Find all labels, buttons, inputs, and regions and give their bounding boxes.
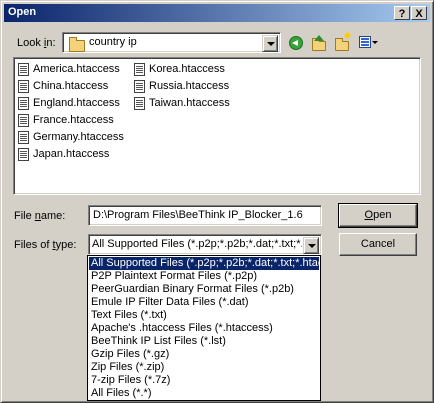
dropdown-option[interactable]: Text Files (*.txt)	[89, 309, 319, 322]
files-of-type-dropdown-list[interactable]: All Supported Files (*.p2p;*.p2b;*.dat;*…	[87, 255, 321, 401]
file-list[interactable]: America.htaccess China.htaccess England.…	[13, 57, 421, 195]
file-item-label: France.htaccess	[33, 114, 114, 126]
new-folder-button[interactable]	[333, 31, 353, 53]
file-name-value: D:\Program Files\BeeThink IP_Blocker_1.6	[93, 209, 303, 221]
back-button[interactable]	[286, 33, 306, 53]
up-folder-icon	[312, 38, 326, 51]
file-item-label: England.htaccess	[33, 97, 120, 109]
back-arrow-icon	[289, 36, 303, 50]
dropdown-option[interactable]: Zip Files (*.zip)	[89, 361, 319, 374]
look-in-value: country ip	[89, 36, 137, 48]
file-item-label: Korea.htaccess	[149, 63, 225, 75]
new-folder-star-icon	[343, 31, 352, 40]
files-of-type-dropdown-button[interactable]	[303, 237, 319, 254]
title-bar[interactable]: Open ? X	[4, 4, 430, 22]
file-icon	[18, 131, 29, 144]
file-name-field[interactable]: D:\Program Files\BeeThink IP_Blocker_1.6	[88, 205, 322, 226]
up-arrow-icon	[314, 35, 324, 41]
file-item-label: Taiwan.htaccess	[149, 97, 230, 109]
up-folder-button[interactable]	[309, 33, 329, 53]
file-icon	[18, 97, 29, 110]
open-button[interactable]: Open	[338, 203, 418, 228]
new-folder-icon	[335, 38, 349, 51]
open-button-label: Open	[364, 209, 392, 221]
view-menu-icon	[359, 36, 371, 48]
files-of-type-combo[interactable]: All Supported Files (*.p2p;*.p2b;*.dat;*…	[88, 234, 322, 255]
dropdown-option[interactable]: BeeThink IP List Files (*.lst)	[89, 335, 319, 348]
dropdown-option[interactable]: Emule IP Filter Data Files (*.dat)	[89, 296, 319, 309]
file-icon	[18, 148, 29, 161]
look-in-combo[interactable]: country ip	[62, 32, 281, 53]
file-icon	[18, 114, 29, 127]
dropdown-option[interactable]: All Files (*.*)	[89, 387, 319, 400]
cancel-button-label: Cancel	[360, 238, 396, 250]
look-in-dropdown-button[interactable]	[262, 35, 278, 52]
dropdown-option[interactable]: Apache's .htaccess Files (*.htaccess)	[89, 322, 319, 335]
chevron-down-icon	[372, 41, 378, 44]
help-button[interactable]: ?	[394, 6, 410, 20]
file-item-label: Russia.htaccess	[149, 80, 230, 92]
file-icon	[134, 97, 145, 110]
close-button[interactable]: X	[411, 6, 427, 20]
file-icon	[18, 63, 29, 76]
window-title: Open	[8, 6, 37, 18]
dropdown-option[interactable]: P2P Plaintext Format Files (*.p2p)	[89, 270, 319, 283]
file-item-label: Japan.htaccess	[33, 148, 110, 160]
file-item-label: Germany.htaccess	[33, 131, 124, 143]
file-item-label: China.htaccess	[33, 80, 109, 92]
file-icon	[18, 80, 29, 93]
files-of-type-label: Files of type:	[14, 239, 77, 251]
dropdown-option[interactable]: PeerGuardian Binary Format Files (*.p2b)	[89, 283, 319, 296]
file-icon	[134, 80, 145, 93]
look-in-label: Look in:	[17, 37, 56, 49]
file-item-label: America.htaccess	[33, 63, 120, 75]
file-icon	[134, 63, 145, 76]
cancel-button[interactable]: Cancel	[339, 233, 417, 256]
folder-icon	[69, 37, 85, 52]
file-name-label: File name:	[14, 210, 66, 222]
view-menu-button[interactable]	[357, 33, 381, 53]
dropdown-option[interactable]: 7-zip Files (*.7z)	[89, 374, 319, 387]
files-of-type-value: All Supported Files (*.p2p;*.p2b;*.dat;*…	[92, 238, 302, 250]
dropdown-option[interactable]: Gzip Files (*.gz)	[89, 348, 319, 361]
dropdown-option[interactable]: All Supported Files (*.p2p;*.p2b;*.dat;*…	[89, 257, 319, 270]
